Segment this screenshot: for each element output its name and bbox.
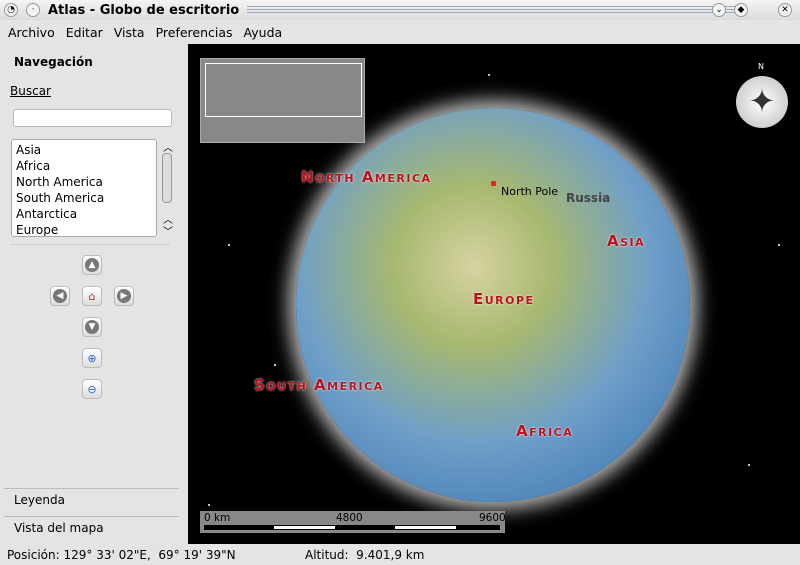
- arrow-down-icon: ▼: [85, 320, 99, 334]
- list-item[interactable]: South America: [16, 190, 152, 206]
- divider: [10, 244, 170, 245]
- move-right-button[interactable]: ▶: [114, 286, 134, 306]
- menu-editar[interactable]: Editar: [66, 25, 103, 40]
- compass: N ✦: [736, 62, 788, 128]
- list-item[interactable]: Asia: [16, 142, 152, 158]
- search-input[interactable]: [13, 109, 172, 127]
- move-up-button[interactable]: ▲: [82, 255, 102, 275]
- altitude-readout: Altitud: 9.401,9 km: [305, 547, 425, 562]
- scroll-thumb[interactable]: [162, 153, 172, 203]
- globe-view[interactable]: North America South America Europe Asia …: [188, 44, 800, 544]
- search-label: Buscar: [10, 84, 51, 98]
- tab-vista-del-mapa[interactable]: Vista del mapa: [4, 516, 179, 542]
- menu-archivo[interactable]: Archivo: [8, 25, 55, 40]
- home-icon: ⌂: [88, 289, 96, 303]
- label-north-pole: North Pole: [501, 185, 559, 198]
- arrow-left-icon: ◀: [53, 289, 67, 303]
- scale-end: 9600: [479, 512, 506, 524]
- zoom-in-button[interactable]: ⊕: [82, 348, 102, 368]
- panel-heading: Navegación: [14, 55, 93, 69]
- scale-bar: 0 km 4800 9600: [200, 511, 506, 533]
- home-button[interactable]: ⌂: [82, 286, 102, 306]
- label-north-america: North America: [301, 168, 432, 186]
- zoom-out-icon: ⊖: [87, 382, 97, 396]
- menu-bar: Archivo Editar Vista Preferencias Ayuda: [0, 20, 800, 44]
- label-asia: Asia: [607, 232, 646, 250]
- overview-map[interactable]: [200, 58, 365, 143]
- scale-mid: 4800: [336, 512, 363, 524]
- zoom-out-button[interactable]: ⊖: [82, 379, 102, 399]
- window-title: Atlas - Globo de escritorio: [48, 2, 240, 18]
- label-russia: Russia: [566, 191, 611, 205]
- menu-ayuda[interactable]: Ayuda: [244, 25, 283, 40]
- list-scrollbar[interactable]: ︿ ︿ ﹀: [160, 139, 174, 238]
- list-item[interactable]: North America: [16, 174, 152, 190]
- arrow-up-icon: ▲: [85, 258, 99, 272]
- app-icon[interactable]: ◔: [4, 3, 18, 17]
- tab-leyenda[interactable]: Leyenda: [4, 488, 179, 514]
- menu-vista[interactable]: Vista: [114, 25, 145, 40]
- north-pole-marker: [491, 181, 496, 186]
- maximize-button[interactable]: ◆: [734, 3, 748, 17]
- label-africa: Africa: [516, 422, 574, 440]
- list-item[interactable]: Antarctica: [16, 206, 152, 222]
- list-item[interactable]: Africa: [16, 158, 152, 174]
- scale-start: 0 km: [204, 512, 231, 524]
- arrow-right-icon: ▶: [117, 289, 131, 303]
- chevron-down-icon[interactable]: ﹀: [163, 223, 173, 238]
- compass-rose-icon: ✦: [748, 82, 776, 120]
- position-readout: Posición: 129° 33' 02"E, 69° 19' 39"N: [7, 547, 236, 562]
- chevron-up-icon[interactable]: ︿: [163, 139, 173, 154]
- title-bar: ◔ · Atlas - Globo de escritorio ⌄ ◆ ✕: [0, 0, 800, 20]
- places-list[interactable]: Asia Africa North America South America …: [11, 139, 157, 237]
- label-europe: Europe: [473, 290, 535, 308]
- minimize-button[interactable]: ⌄: [712, 3, 726, 17]
- navigation-panel: Navegación Buscar Asia Africa North Amer…: [0, 44, 188, 544]
- title-decoration: [247, 6, 740, 14]
- move-left-button[interactable]: ◀: [50, 286, 70, 306]
- compass-north-label: N: [758, 62, 764, 71]
- zoom-in-icon: ⊕: [87, 351, 97, 365]
- label-south-america: South America: [254, 376, 384, 394]
- status-bar: Posición: 129° 33' 02"E, 69° 19' 39"N Al…: [0, 544, 800, 565]
- menu-preferencias[interactable]: Preferencias: [156, 25, 233, 40]
- close-button[interactable]: ✕: [778, 3, 792, 17]
- list-item[interactable]: Europe: [16, 222, 152, 236]
- viewport-rectangle: [205, 63, 362, 117]
- sticky-button[interactable]: ·: [26, 3, 40, 17]
- move-down-button[interactable]: ▼: [82, 317, 102, 337]
